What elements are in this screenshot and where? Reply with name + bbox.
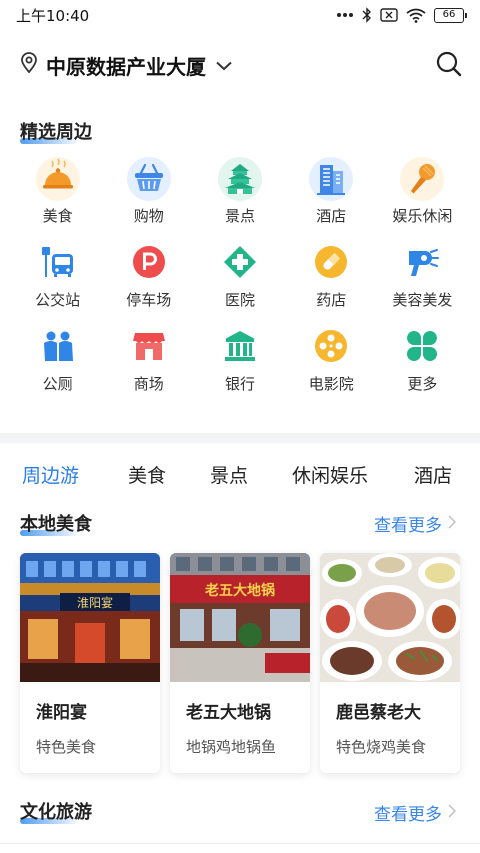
food-card[interactable]: 淮阳宴 淮阳宴 特色美食 (20, 553, 160, 773)
food-cloche-icon (35, 156, 81, 202)
film-reel-icon (313, 328, 349, 364)
status-time: 上午10:40 (16, 6, 90, 25)
section-title-local-food: 本地美食 (20, 514, 92, 535)
food-dishes-photo (320, 553, 460, 682)
nearby-item-toilet[interactable]: 公厕 (12, 328, 103, 394)
nearby-item-label: 酒店 (316, 207, 347, 225)
nearby-item-parking[interactable]: 停车场 (103, 244, 194, 310)
nearby-item-label: 停车场 (126, 291, 172, 309)
more-link-label: 查看更多 (374, 805, 442, 825)
hotel-building-icon (308, 156, 354, 202)
bottom-nav-edge (0, 843, 480, 853)
microphone-icon (399, 156, 445, 202)
bus-stop-icon (40, 244, 76, 280)
nearby-item-label: 美容美发 (392, 291, 453, 309)
toilet-icon (40, 328, 76, 364)
food-card-name: 鹿邑蔡老大 (336, 703, 421, 723)
location-name[interactable]: 中原数据产业大厦 (46, 51, 206, 80)
nearby-grid: 美食 购物 景点 酒店 娱乐休闲 公交站 停车场 医院 药店 美容美发 公厕 商… (12, 157, 468, 394)
nearby-item-label: 购物 (133, 207, 164, 225)
nearby-item-label: 景点 (224, 207, 255, 225)
food-card-name: 淮阳宴 (36, 703, 87, 723)
section-title-culture-travel: 文化旅游 (20, 802, 92, 823)
more-dots-icon (336, 12, 354, 18)
culture-travel-more-link[interactable]: 查看更多 (374, 800, 457, 825)
food-card[interactable]: 鹿邑蔡老大 特色烧鸡美食 (320, 553, 460, 773)
status-bar: 上午10:40 66 (0, 0, 480, 30)
more-link-label: 查看更多 (374, 516, 442, 536)
nearby-item-label: 医院 (224, 291, 255, 309)
nearby-item-beauty[interactable]: 美容美发 (377, 244, 468, 310)
restaurant-sign: 老五大地锅 (205, 582, 275, 599)
shopping-basket-icon (126, 156, 172, 202)
location-pin-icon (20, 52, 38, 78)
local-food-cards: 淮阳宴 淮阳宴 特色美食 老五大地锅 老五大地锅 地锅鸡地锅鱼 鹿邑蔡老大 特色… (20, 553, 462, 773)
nearby-item-label: 公交站 (35, 291, 81, 309)
restaurant-photo: 老五大地锅 (170, 553, 310, 682)
nearby-item-hospital[interactable]: 医院 (194, 244, 285, 310)
nearby-item-label: 更多 (407, 375, 438, 393)
battery-icon: 66 (434, 7, 467, 23)
tab-food[interactable]: 美食 (128, 461, 190, 488)
nearby-item-label: 银行 (224, 375, 255, 393)
tab-hotel[interactable]: 酒店 (414, 461, 452, 488)
nearby-item-label: 公厕 (42, 375, 73, 393)
category-tabs: 周边游 美食 景点 休闲娱乐 酒店 (0, 456, 480, 492)
mall-icon (131, 328, 167, 364)
nearby-item-scenic[interactable]: 景点 (194, 157, 285, 226)
bank-icon (222, 328, 258, 364)
restaurant-sign: 淮阳宴 (77, 595, 113, 610)
food-card-subtitle: 特色烧鸡美食 (336, 738, 427, 756)
tab-nearby-travel[interactable]: 周边游 (22, 461, 106, 488)
chevron-right-icon (448, 514, 457, 533)
nearby-item-cinema[interactable]: 电影院 (286, 328, 377, 394)
nearby-item-label: 电影院 (308, 375, 354, 393)
search-icon[interactable] (436, 51, 462, 81)
nearby-item-label: 药店 (316, 291, 347, 309)
food-card[interactable]: 老五大地锅 老五大地锅 地锅鸡地锅鱼 (170, 553, 310, 773)
local-food-more-link[interactable]: 查看更多 (374, 511, 457, 536)
nearby-item-label: 美食 (42, 207, 73, 225)
section-title-nearby: 精选周边 (20, 122, 92, 143)
tab-scenic[interactable]: 景点 (210, 461, 272, 488)
nearby-item-label: 娱乐休闲 (392, 207, 453, 225)
nearby-item-shopping[interactable]: 购物 (103, 157, 194, 226)
nearby-item-entertainment[interactable]: 娱乐休闲 (377, 157, 468, 226)
hospital-cross-icon (222, 244, 258, 280)
no-sim-icon (380, 8, 398, 22)
food-card-name: 老五大地锅 (186, 703, 271, 723)
nearby-item-pharmacy[interactable]: 药店 (286, 244, 377, 310)
nearby-item-bus-stop[interactable]: 公交站 (12, 244, 103, 310)
nearby-item-bank[interactable]: 银行 (194, 328, 285, 394)
location-header[interactable]: 中原数据产业大厦 (0, 44, 480, 86)
section-divider (0, 433, 480, 443)
wifi-icon (406, 8, 426, 23)
more-grid-icon (404, 328, 440, 364)
tab-leisure[interactable]: 休闲娱乐 (292, 461, 392, 488)
bluetooth-icon (362, 7, 372, 23)
chevron-right-icon (448, 803, 457, 822)
pill-icon (313, 244, 349, 280)
nearby-item-hotel[interactable]: 酒店 (286, 157, 377, 226)
food-card-subtitle: 地锅鸡地锅鱼 (186, 738, 277, 756)
chevron-down-icon[interactable] (216, 56, 232, 75)
restaurant-photo: 淮阳宴 (20, 553, 160, 682)
nearby-item-mall[interactable]: 商场 (103, 328, 194, 394)
nearby-item-label: 商场 (133, 375, 164, 393)
temple-icon (217, 156, 263, 202)
nearby-item-food[interactable]: 美食 (12, 157, 103, 226)
hair-dryer-icon (404, 244, 440, 280)
food-card-subtitle: 特色美食 (36, 738, 97, 756)
nearby-item-more[interactable]: 更多 (377, 328, 468, 394)
parking-icon (131, 244, 167, 280)
